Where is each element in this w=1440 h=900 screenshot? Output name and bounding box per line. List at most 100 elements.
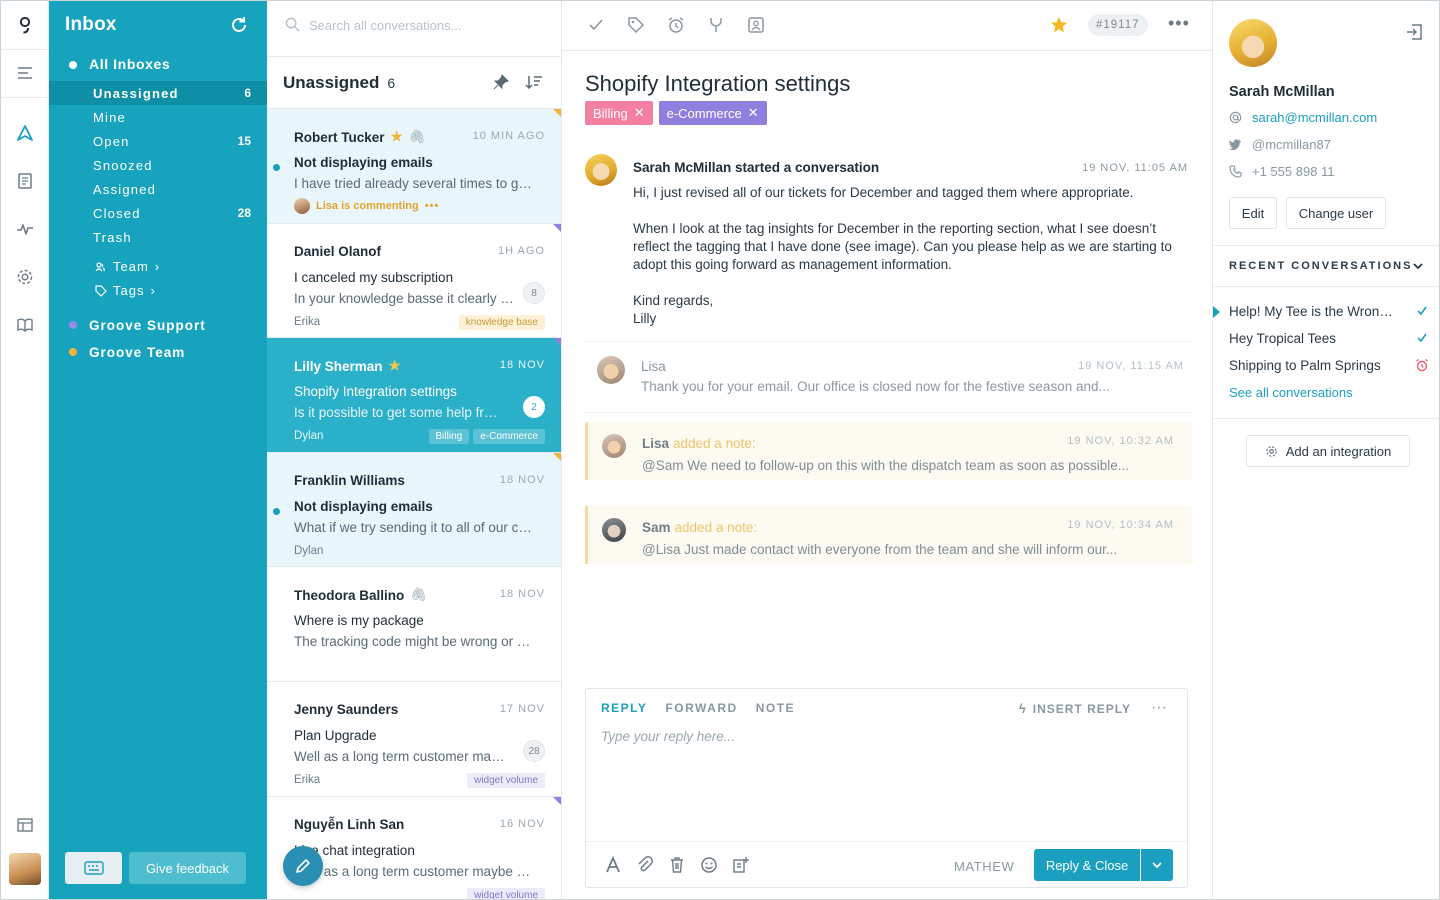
customer-phone-row[interactable]: +1 555 898 11 — [1229, 164, 1335, 179]
customer-email-row[interactable]: sarah@mcmillan.com — [1229, 110, 1377, 125]
send-options-dropdown[interactable] — [1141, 849, 1173, 881]
customer-name: Robert Tucker ★ 🖇 — [294, 129, 426, 145]
emoji-icon[interactable] — [700, 856, 718, 874]
conversation-item[interactable]: Theodora Ballino 🖇 18 NOV Where is my pac… — [267, 567, 561, 682]
customer-name: Lilly Sherman ★ — [294, 358, 401, 374]
text-format-icon[interactable] — [604, 856, 622, 874]
tab-reply[interactable]: REPLY — [601, 701, 647, 715]
recent-conversation-item[interactable]: Hey Tropical Tees — [1229, 331, 1429, 346]
note-action: added a note: — [673, 436, 756, 451]
folder-label: Closed — [93, 205, 141, 221]
group-groove-team[interactable]: Groove Team — [89, 345, 185, 360]
user-avatar[interactable] — [9, 853, 41, 885]
customer-twitter-row[interactable]: @mcmillan87 — [1229, 137, 1331, 152]
chevron-right-icon: › — [154, 259, 161, 274]
reports-icon[interactable] — [1, 209, 49, 249]
customer-email[interactable]: sarah@mcmillan.com — [1252, 110, 1377, 125]
tag-billing[interactable]: Billing — [428, 429, 470, 444]
folder-assigned[interactable]: Assigned — [49, 177, 267, 201]
keyboard-shortcuts-button[interactable] — [65, 852, 122, 884]
folder-open[interactable]: Open 15 — [49, 129, 267, 153]
conversation-preview: In your knowledge basse it clearly says — [294, 291, 514, 306]
conversation-item[interactable]: Jenny Saunders 17 NOV Plan Upgrade Well … — [267, 682, 561, 797]
insert-reply-button[interactable]: ϟ INSERT REPLY — [1019, 701, 1131, 716]
internal-note[interactable]: Lisa added a note: 19 NOV, 10:32 AM @Sam … — [585, 422, 1192, 480]
menu-icon[interactable] — [1, 53, 49, 93]
tag-widget-volume[interactable]: widget volume — [467, 773, 545, 788]
conversation-subject: Not displaying emails — [294, 499, 433, 514]
remove-tag-icon[interactable]: ✕ — [634, 105, 645, 121]
groove-logo-icon[interactable] — [1, 5, 49, 45]
pin-icon[interactable] — [493, 74, 509, 90]
reply-as-agent[interactable]: MATHEW — [954, 859, 1014, 874]
team-section[interactable]: Team › — [95, 259, 160, 274]
remove-tag-icon[interactable]: ✕ — [748, 105, 759, 121]
folder-mine[interactable]: Mine — [49, 105, 267, 129]
recent-conversations-heading[interactable]: RECENT CONVERSATIONS — [1229, 260, 1412, 272]
tag-billing[interactable]: Billing ✕ — [585, 101, 653, 125]
settings-gear-icon[interactable] — [1, 257, 49, 297]
inbox-nav-icon[interactable] — [1, 113, 49, 153]
conversation-item-selected[interactable]: Lilly Sherman ★ 18 NOV Shopify Integratio… — [267, 338, 561, 453]
knowledge-base-icon[interactable] — [1, 161, 49, 201]
compose-button[interactable] — [283, 846, 323, 886]
search-input[interactable] — [309, 13, 549, 37]
all-inboxes-link[interactable]: All Inboxes — [89, 56, 170, 72]
recent-conversation-item[interactable]: Shipping to Palm Springs — [1229, 358, 1429, 373]
recent-conversation-item[interactable]: Help! My Tee is the Wrong Size — [1229, 304, 1429, 319]
tag-ecommerce[interactable]: e-Commerce — [473, 429, 545, 444]
conversation-item[interactable]: Franklin Williams 18 NOV Not displaying … — [267, 453, 561, 567]
star-icon[interactable] — [1050, 16, 1068, 34]
add-integration-button[interactable]: Add an integration — [1246, 435, 1410, 467]
message-reply[interactable]: Lisa 19 NOV, 11:15 AM Thank you for your… — [585, 341, 1192, 413]
priority-corner — [553, 797, 561, 805]
give-feedback-button[interactable]: Give feedback — [129, 852, 246, 884]
star-icon[interactable]: ★ — [389, 358, 401, 374]
tag-widget-volume[interactable]: widget volume — [467, 888, 545, 899]
folder-trash[interactable]: Trash — [49, 225, 267, 249]
group-groove-support[interactable]: Groove Support — [89, 318, 206, 333]
assign-user-icon[interactable] — [747, 16, 765, 34]
change-user-button[interactable]: Change user — [1286, 197, 1386, 229]
tag-icon[interactable] — [627, 16, 645, 34]
panel-divider — [1213, 286, 1439, 287]
help-book-icon[interactable] — [1, 305, 49, 345]
edit-customer-button[interactable]: Edit — [1229, 197, 1277, 229]
check-icon — [1417, 306, 1427, 316]
ticket-number[interactable]: #19117 — [1088, 14, 1148, 36]
customer-phone[interactable]: +1 555 898 11 — [1252, 164, 1335, 179]
internal-note[interactable]: Sam added a note: 19 NOV, 10:34 AM @Lisa … — [585, 506, 1192, 564]
close-check-icon[interactable] — [587, 16, 605, 34]
trash-icon[interactable] — [668, 856, 686, 874]
conversation-item[interactable]: Robert Tucker ★ 🖇 10 min ago Not displayin… — [267, 109, 561, 224]
attachment-icon[interactable] — [636, 856, 654, 874]
phone-icon — [1229, 165, 1242, 178]
sort-icon[interactable] — [525, 74, 543, 90]
star-icon[interactable]: ★ — [391, 129, 403, 145]
snooze-alarm-icon[interactable] — [667, 16, 685, 34]
tag-knowledge-base[interactable]: knowledge base — [458, 315, 545, 330]
see-all-conversations-link[interactable]: See all conversations — [1229, 385, 1353, 400]
conversation-item[interactable]: Daniel Olanof 1h ago I canceled my subsc… — [267, 224, 561, 338]
tag-ecommerce[interactable]: e-Commerce ✕ — [658, 101, 767, 125]
tab-forward[interactable]: FORWARD — [665, 701, 737, 715]
priority-corner — [553, 224, 561, 232]
refresh-icon[interactable] — [229, 15, 249, 35]
merge-icon[interactable] — [707, 16, 725, 34]
conversation-subject: I canceled my subscription — [294, 270, 454, 285]
reply-textarea[interactable] — [601, 729, 1171, 829]
apps-grid-icon[interactable] — [1, 805, 49, 845]
chevron-down-icon[interactable] — [1411, 259, 1425, 273]
folder-unassigned[interactable]: Unassigned 6 — [49, 81, 267, 105]
conversation-time: 18 NOV — [499, 474, 545, 486]
customer-twitter[interactable]: @mcmillan87 — [1252, 137, 1331, 152]
tags-section[interactable]: Tags › — [95, 283, 156, 298]
more-options-icon[interactable]: ••• — [1168, 13, 1190, 34]
tab-note[interactable]: NOTE — [756, 701, 795, 715]
collapse-panel-icon[interactable] — [1405, 23, 1423, 41]
composer-more-icon[interactable]: ··· — [1151, 699, 1167, 717]
folder-closed[interactable]: Closed 28 — [49, 201, 267, 225]
reply-and-close-button[interactable]: Reply & Close — [1034, 849, 1140, 881]
knowledge-base-insert-icon[interactable] — [732, 856, 750, 874]
folder-snoozed[interactable]: Snoozed — [49, 153, 267, 177]
